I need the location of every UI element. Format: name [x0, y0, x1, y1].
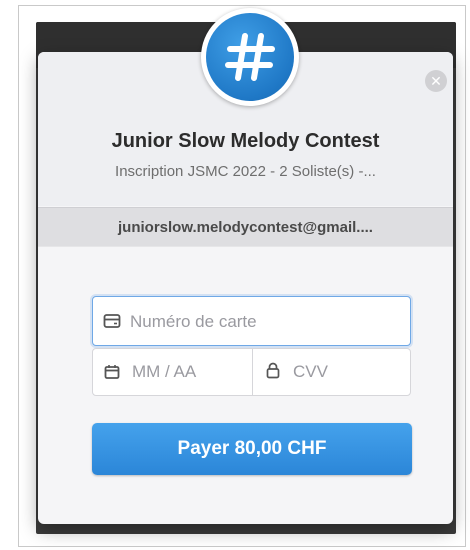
card-number-placeholder: Numéro de carte	[130, 312, 257, 331]
merchant-title: Junior Slow Melody Contest	[111, 130, 380, 152]
payment-description: Inscription JSMC 2022 - 2 Soliste(s) -..…	[115, 163, 376, 180]
merchant-logo	[201, 8, 299, 106]
hashtag-icon	[206, 13, 294, 101]
expiry-placeholder: MM / AA	[132, 362, 197, 381]
close-icon[interactable]: ✕	[425, 70, 447, 92]
credit-card-icon	[103, 313, 121, 334]
account-email: juniorslow.melodycontest@gmail....	[118, 219, 373, 236]
calendar-icon	[104, 364, 120, 385]
pay-button-label: Payer 80,00 CHF	[177, 438, 327, 459]
cvv-placeholder: CVV	[293, 362, 328, 381]
lock-icon	[266, 362, 280, 384]
pay-button[interactable]: Payer 80,00 CHF	[92, 423, 412, 475]
